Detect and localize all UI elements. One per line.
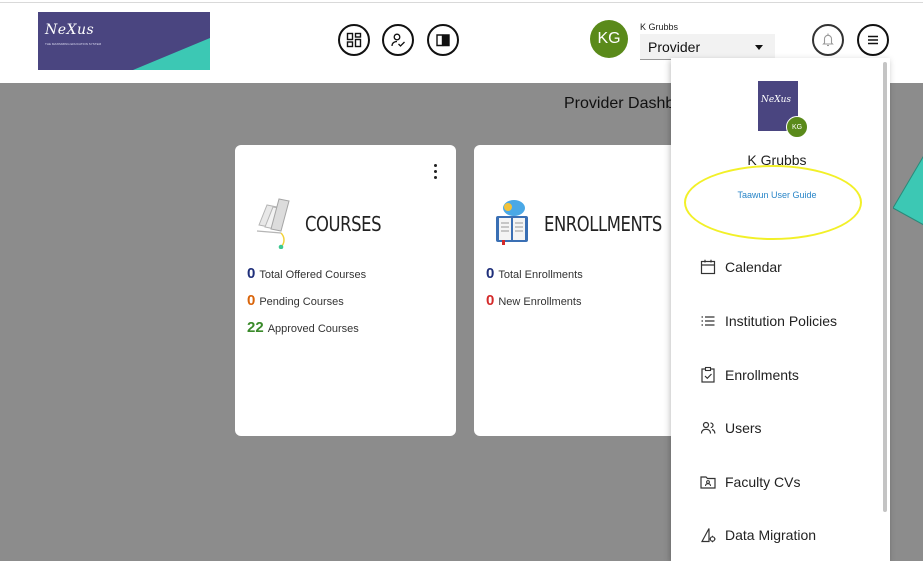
- list-icon: [699, 312, 717, 330]
- stat-label: Pending Courses: [259, 296, 344, 308]
- menu-avatar: KG: [786, 116, 808, 138]
- stat-value: 0: [247, 265, 256, 282]
- menu-item-faculty-cvs[interactable]: Faculty CVs: [699, 469, 800, 495]
- main-menu-button[interactable]: [857, 24, 889, 56]
- user-approval-button[interactable]: [382, 24, 414, 56]
- stat-new-enrollments: 0 New Enrollments: [486, 292, 581, 309]
- stat-label: Approved Courses: [267, 323, 359, 335]
- menu-item-label: Faculty CVs: [725, 474, 801, 490]
- stat-approved-courses: 22 Approved Courses: [247, 319, 359, 336]
- page-title: Provider Dashb: [564, 95, 675, 112]
- nexus-logo[interactable]: NeXus THE MAXIMIZING EDUCATION SYSTEM: [38, 12, 210, 70]
- stat-total-offered-courses: 0 Total Offered Courses: [247, 265, 366, 282]
- courses-card[interactable]: COURSES 0 Total Offered Courses 0 Pending …: [235, 145, 456, 436]
- menu-item-label: Users: [725, 420, 762, 436]
- users-icon: [699, 419, 717, 437]
- menu-item-data-migration[interactable]: Data Migration: [699, 522, 816, 548]
- courses-book-icon: [256, 198, 290, 249]
- dashboard-grid-icon: [346, 32, 362, 48]
- stat-value: 0: [486, 265, 495, 282]
- enrollments-book-icon: [496, 200, 528, 245]
- bell-icon: [822, 33, 834, 47]
- menu-scrollbar[interactable]: [883, 62, 887, 512]
- chevron-down-icon: [755, 45, 763, 50]
- stat-label: New Enrollments: [498, 296, 582, 308]
- menu-item-institution-policies[interactable]: Institution Policies: [699, 308, 837, 334]
- header-user-name: K Grubbs: [640, 22, 679, 32]
- user-avatar[interactable]: KG: [590, 20, 628, 58]
- user-menu-dropdown: NeXus KG K Grubbs Taawun User Guide Cale…: [671, 58, 890, 561]
- stat-total-enrollments: 0 Total Enrollments: [486, 265, 583, 282]
- stat-label: Total Offered Courses: [259, 269, 367, 281]
- stat-value: 0: [247, 292, 256, 309]
- logo-text: NeXus: [45, 22, 95, 38]
- stat-value: 0: [486, 292, 495, 309]
- menu-item-enrollments[interactable]: Enrollments: [699, 362, 799, 388]
- library-button[interactable]: [427, 24, 459, 56]
- enrollments-title: ENROLLMENTS: [544, 212, 662, 236]
- annotation-arrow: [893, 156, 923, 226]
- role-select[interactable]: Provider: [640, 34, 775, 60]
- clipboard-check-icon: [699, 366, 717, 384]
- menu-logo-text: NeXus: [761, 95, 792, 105]
- courses-title: COURSES: [305, 212, 382, 236]
- highlight-ellipse: [684, 165, 862, 240]
- dashboard-button[interactable]: [338, 24, 370, 56]
- calendar-icon: [699, 258, 717, 276]
- menu-item-label: Institution Policies: [725, 313, 838, 329]
- menu-item-calendar[interactable]: Calendar: [699, 254, 782, 280]
- menu-item-label: Data Migration: [725, 527, 817, 543]
- notifications-button[interactable]: [812, 24, 844, 56]
- menu-item-label: Calendar: [725, 259, 782, 275]
- logo-subtitle: THE MAXIMIZING EDUCATION SYSTEM: [45, 42, 102, 46]
- ruler-gear-icon: [699, 526, 717, 544]
- user-check-icon: [391, 33, 405, 47]
- top-divider: [0, 2, 923, 3]
- page: NeXus THE MAXIMIZING EDUCATION SYSTEM KG…: [0, 0, 923, 561]
- stat-label: Total Enrollments: [498, 269, 583, 281]
- folder-id-icon: [699, 473, 717, 491]
- menu-item-users[interactable]: Users: [699, 415, 762, 441]
- role-select-value: Provider: [648, 39, 701, 55]
- book-icon: [436, 34, 450, 47]
- stat-value: 22: [247, 319, 264, 336]
- menu-icon: [868, 35, 878, 45]
- stat-pending-courses: 0 Pending Courses: [247, 292, 344, 309]
- logo-teal-shape: [133, 38, 210, 70]
- enrollments-card[interactable]: ENROLLMENTS 0 Total Enrollments 0 New Enro…: [474, 145, 684, 436]
- more-options-icon[interactable]: [432, 164, 438, 182]
- menu-item-label: Enrollments: [725, 367, 799, 383]
